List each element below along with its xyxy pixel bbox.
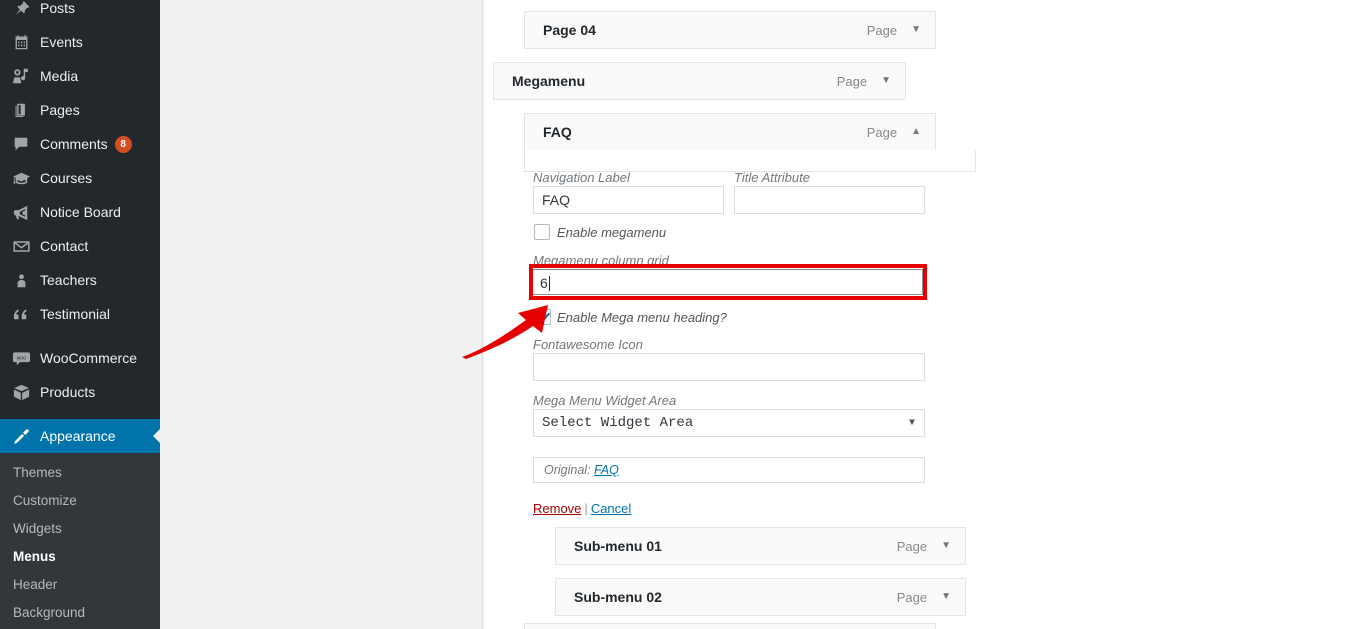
media-icon <box>11 66 31 86</box>
sidebar-item-appearance[interactable]: Appearance <box>0 419 160 453</box>
chevron-down-icon[interactable]: ▼ <box>941 541 951 551</box>
menu-item-type: Page <box>867 125 897 140</box>
graduation-icon <box>11 168 31 188</box>
enable-mega-menu-heading-label: Enable Mega menu heading? <box>557 310 727 325</box>
sidebar-item-woocommerce[interactable]: woo WooCommerce <box>0 341 160 375</box>
original-label: Original: <box>544 463 591 477</box>
comment-icon <box>11 134 31 154</box>
menu-item-type: Page <box>897 539 927 554</box>
megamenu-column-grid-value: 6 <box>540 275 548 291</box>
sidebar-item-themes[interactable]: Themes <box>0 459 160 487</box>
sidebar-item-background[interactable]: Background <box>0 599 160 627</box>
menu-item-title: Sub-menu 01 <box>556 538 662 554</box>
sidebar-item-courses[interactable]: Courses <box>0 161 160 195</box>
sidebar-item-testimonial[interactable]: Testimonial <box>0 297 160 331</box>
mega-menu-widget-area-value: Select Widget Area <box>542 415 693 431</box>
menu-item-row-megamenu[interactable]: Megamenu Page ▼ <box>493 62 906 100</box>
paintbrush-icon <box>11 426 31 446</box>
enable-mega-menu-heading-checkbox[interactable] <box>535 309 551 325</box>
sidebar-item-label: Teachers <box>40 263 97 297</box>
chevron-up-icon[interactable]: ▲ <box>911 127 921 137</box>
sidebar-item-label: Media <box>40 59 78 93</box>
sidebar-item-teachers[interactable]: Teachers <box>0 263 160 297</box>
sidebar-item-products[interactable]: Products <box>0 375 160 409</box>
pages-icon <box>11 100 31 120</box>
sidebar-item-header[interactable]: Header <box>0 571 160 599</box>
sidebar-item-events[interactable]: Events <box>0 25 160 59</box>
sidebar-item-label: Pages <box>40 93 80 127</box>
remove-link[interactable]: Remove <box>533 501 581 516</box>
sidebar-item-widgets[interactable]: Widgets <box>0 515 160 543</box>
user-icon <box>11 270 31 290</box>
menu-item-row-partial[interactable] <box>524 623 936 629</box>
mega-menu-widget-area-label: Mega Menu Widget Area <box>533 393 676 408</box>
fontawesome-icon-input[interactable] <box>533 353 925 381</box>
calendar-icon <box>11 32 31 52</box>
svg-text:woo: woo <box>16 355 25 361</box>
menu-item-actions: Remove|Cancel <box>533 501 631 516</box>
sidebar-item-label: Courses <box>40 161 92 195</box>
actions-separator: | <box>581 501 590 516</box>
comments-count-badge: 8 <box>115 136 132 153</box>
faq-settings-body <box>524 150 976 172</box>
sidebar-item-menus[interactable]: Menus <box>0 543 160 571</box>
menu-item-title: FAQ <box>525 124 572 140</box>
wordpress-admin-screen: Posts Events Media Pages Comments <box>0 0 1349 629</box>
navigation-label-input[interactable] <box>533 186 724 214</box>
menu-item-title: Page 04 <box>525 22 596 38</box>
sidebar-item-comments[interactable]: Comments 8 <box>0 127 160 161</box>
sidebar-item-customize[interactable]: Customize <box>0 487 160 515</box>
text-caret <box>549 276 550 291</box>
menu-item-type: Page <box>897 590 927 605</box>
original-link-row: Original: FAQ <box>533 457 925 483</box>
envelope-icon <box>11 236 31 256</box>
menu-item-type: Page <box>837 74 867 89</box>
title-attribute-label: Title Attribute <box>734 170 810 185</box>
menu-item-title: Megamenu <box>494 73 585 89</box>
menu-item-type: Page <box>867 23 897 38</box>
sidebar-item-posts[interactable]: Posts <box>0 0 160 25</box>
content-gutter <box>160 0 483 629</box>
sidebar-item-label: WooCommerce <box>40 341 137 375</box>
menu-item-row-page04[interactable]: Page 04 Page ▼ <box>524 11 936 49</box>
chevron-down-icon: ▼ <box>909 419 915 429</box>
original-link[interactable]: FAQ <box>594 463 619 477</box>
admin-sidebar: Posts Events Media Pages Comments <box>0 0 160 629</box>
sidebar-item-pages[interactable]: Pages <box>0 93 160 127</box>
sidebar-item-label: Appearance <box>40 419 116 453</box>
sidebar-item-label: Contact <box>40 229 88 263</box>
chevron-down-icon[interactable]: ▼ <box>911 25 921 35</box>
enable-megamenu-checkbox[interactable] <box>534 224 550 240</box>
megamenu-column-grid-label: Megamenu column grid <box>533 253 669 268</box>
mega-menu-widget-area-select[interactable]: Select Widget Area ▼ <box>533 409 925 437</box>
navigation-label-label: Navigation Label <box>533 170 630 185</box>
box-icon <box>11 382 31 402</box>
megamenu-column-grid-input[interactable]: 6 <box>531 269 923 295</box>
sidebar-item-notice-board[interactable]: Notice Board <box>0 195 160 229</box>
fontawesome-icon-label: Fontawesome Icon <box>533 337 643 352</box>
pin-icon <box>11 0 31 18</box>
menu-item-row-submenu01[interactable]: Sub-menu 01 Page ▼ <box>555 527 966 565</box>
chevron-down-icon[interactable]: ▼ <box>941 592 951 602</box>
sidebar-item-label: Testimonial <box>40 297 110 331</box>
sidebar-item-media[interactable]: Media <box>0 59 160 93</box>
appearance-submenu: Themes Customize Widgets Menus Header Ba… <box>0 453 160 629</box>
chevron-down-icon[interactable]: ▼ <box>881 76 891 86</box>
sidebar-item-label: Events <box>40 25 83 59</box>
sidebar-item-label: Products <box>40 375 95 409</box>
menu-item-title: Sub-menu 02 <box>556 589 662 605</box>
title-attribute-input[interactable] <box>734 186 925 214</box>
megaphone-icon <box>11 202 31 222</box>
menu-item-row-submenu02[interactable]: Sub-menu 02 Page ▼ <box>555 578 966 616</box>
cancel-link[interactable]: Cancel <box>591 501 631 516</box>
sidebar-item-label: Comments <box>40 127 108 161</box>
sidebar-item-label: Posts <box>40 0 75 25</box>
menu-structure-panel: Page 04 Page ▼ Megamenu Page ▼ FAQ Page … <box>484 0 1349 629</box>
enable-megamenu-label: Enable megamenu <box>557 225 666 240</box>
woocommerce-icon: woo <box>11 348 31 368</box>
quote-icon <box>11 304 31 324</box>
menu-item-row-faq[interactable]: FAQ Page ▲ <box>524 113 936 151</box>
sidebar-item-contact[interactable]: Contact <box>0 229 160 263</box>
sidebar-item-label: Notice Board <box>40 195 121 229</box>
